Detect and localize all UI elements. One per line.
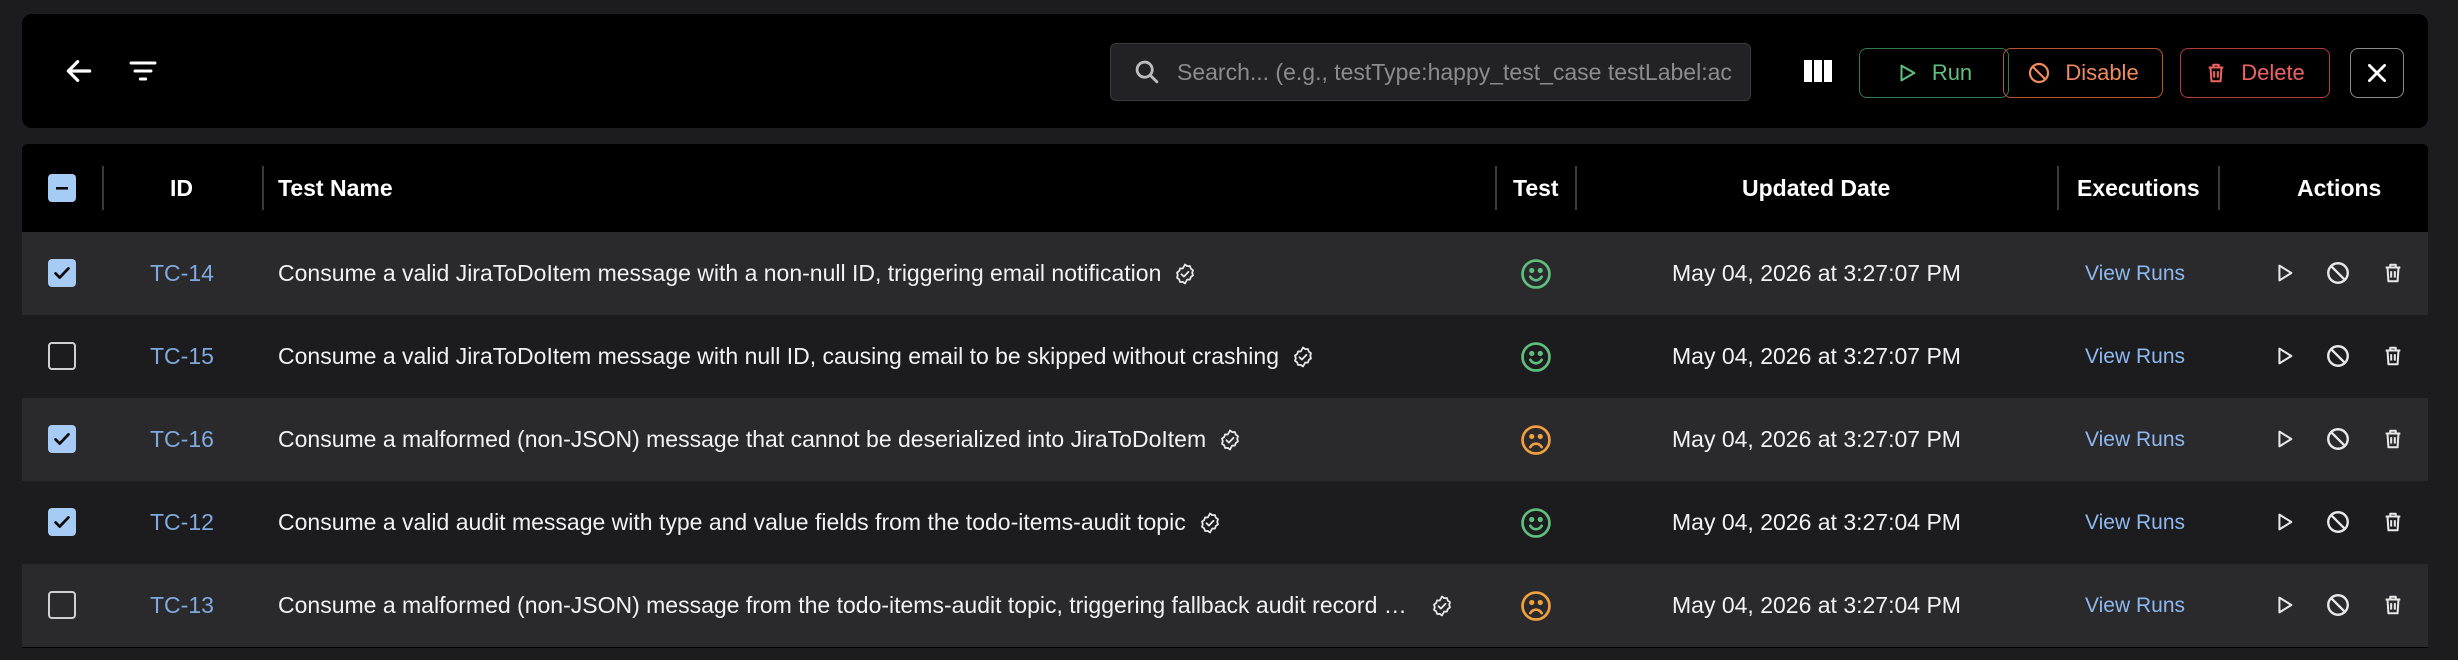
happy-face-icon	[1519, 257, 1553, 291]
search-icon	[1133, 58, 1161, 86]
test-name: Consume a valid audit message with type …	[278, 509, 1186, 535]
disable-button-label: Disable	[2065, 60, 2139, 85]
test-name: Consume a valid JiraToDoItem message wit…	[278, 260, 1162, 286]
delete-test-icon[interactable]	[2376, 588, 2410, 622]
delete-button-label: Delete	[2241, 60, 2305, 85]
run-button[interactable]: Run	[1859, 48, 2009, 98]
delete-test-icon[interactable]	[2376, 339, 2410, 373]
search-box[interactable]	[1110, 43, 1751, 101]
view-runs-link[interactable]: View Runs	[2085, 345, 2185, 369]
delete-button[interactable]: Delete	[2180, 48, 2330, 98]
updated-date: May 04, 2026 at 3:27:07 PM	[1672, 260, 1961, 286]
updated-date: May 04, 2026 at 3:27:07 PM	[1672, 343, 1961, 369]
sad-face-icon	[1519, 589, 1553, 623]
verified-badge-icon	[1173, 262, 1197, 286]
toolbar: Run Disable Delete	[22, 14, 2428, 128]
view-runs-link[interactable]: View Runs	[2085, 594, 2185, 618]
trash-icon	[2205, 61, 2227, 85]
run-test-icon[interactable]	[2267, 339, 2301, 373]
back-arrow-icon[interactable]	[59, 51, 99, 91]
header-id[interactable]: ID	[170, 144, 193, 232]
updated-date: May 04, 2026 at 3:27:04 PM	[1672, 592, 1961, 618]
run-test-icon[interactable]	[2267, 588, 2301, 622]
run-test-icon[interactable]	[2267, 422, 2301, 456]
test-id-link[interactable]: TC-14	[150, 260, 214, 287]
check-icon	[51, 428, 73, 450]
disable-test-icon[interactable]	[2321, 256, 2355, 290]
header-test[interactable]: Test	[1513, 144, 1559, 232]
select-all-checkbox[interactable]	[48, 174, 76, 202]
sad-face-icon	[1519, 423, 1553, 457]
columns-icon[interactable]	[1798, 51, 1838, 91]
header-updated-date[interactable]: Updated Date	[1742, 144, 1890, 232]
delete-test-icon[interactable]	[2376, 505, 2410, 539]
table-row[interactable]: TC-12 Consume a valid audit message with …	[22, 481, 2428, 564]
check-icon	[51, 262, 73, 284]
disable-test-icon[interactable]	[2321, 505, 2355, 539]
header-test-name[interactable]: Test Name	[278, 144, 393, 232]
column-separator[interactable]	[1495, 166, 1497, 210]
run-test-icon[interactable]	[2267, 505, 2301, 539]
table-row[interactable]: TC-13 Consume a malformed (non-JSON) mess…	[22, 564, 2428, 647]
view-runs-link[interactable]: View Runs	[2085, 262, 2185, 286]
test-name: Consume a malformed (non-JSON) message t…	[278, 426, 1207, 452]
delete-test-icon[interactable]	[2376, 256, 2410, 290]
view-runs-link[interactable]: View Runs	[2085, 511, 2185, 535]
run-button-label: Run	[1931, 60, 1973, 85]
row-checkbox[interactable]	[48, 591, 76, 619]
header-actions: Actions	[2297, 174, 2382, 201]
column-separator[interactable]	[262, 166, 264, 210]
test-name: Consume a valid JiraToDoItem message wit…	[278, 343, 1279, 369]
row-checkbox[interactable]	[48, 425, 76, 453]
search-input[interactable]	[1177, 58, 1750, 86]
test-id-link[interactable]: TC-12	[150, 509, 214, 536]
verified-badge-icon	[1218, 428, 1242, 452]
verified-badge-icon	[1430, 594, 1454, 618]
block-icon	[2027, 61, 2051, 85]
verified-badge-icon	[1198, 511, 1222, 535]
test-id-link[interactable]: TC-15	[150, 343, 214, 370]
column-separator[interactable]	[2057, 166, 2059, 210]
disable-test-icon[interactable]	[2321, 588, 2355, 622]
close-icon	[2364, 60, 2390, 86]
row-checkbox[interactable]	[48, 508, 76, 536]
table-row[interactable]: TC-16 Consume a malformed (non-JSON) mess…	[22, 398, 2428, 481]
filter-icon[interactable]	[123, 51, 163, 91]
table-row[interactable]: TC-15 Consume a valid JiraToDoItem messag…	[22, 315, 2428, 398]
header-executions[interactable]: Executions	[2077, 144, 2200, 232]
play-icon	[1896, 62, 1918, 84]
row-checkbox[interactable]	[48, 259, 76, 287]
test-id-link[interactable]: TC-13	[150, 592, 214, 619]
updated-date: May 04, 2026 at 3:27:04 PM	[1672, 509, 1961, 535]
column-separator[interactable]	[1575, 166, 1577, 210]
delete-test-icon[interactable]	[2376, 422, 2410, 456]
row-checkbox[interactable]	[48, 342, 76, 370]
run-test-icon[interactable]	[2267, 256, 2301, 290]
happy-face-icon	[1519, 340, 1553, 374]
check-icon	[51, 511, 73, 533]
column-separator[interactable]	[102, 166, 104, 210]
column-separator[interactable]	[2218, 166, 2220, 210]
verified-badge-icon	[1291, 345, 1315, 369]
updated-date: May 04, 2026 at 3:27:07 PM	[1672, 426, 1961, 452]
close-button[interactable]	[2350, 48, 2404, 98]
disable-button[interactable]: Disable	[2003, 48, 2163, 98]
test-name: Consume a malformed (non-JSON) message f…	[278, 592, 1418, 618]
happy-face-icon	[1519, 506, 1553, 540]
table-header: ID Test Name Test Updated Date Execution…	[22, 144, 2428, 232]
test-cases-table: ID Test Name Test Updated Date Execution…	[22, 144, 2428, 648]
table-row[interactable]: TC-14 Consume a valid JiraToDoItem messag…	[22, 232, 2428, 315]
disable-test-icon[interactable]	[2321, 339, 2355, 373]
view-runs-link[interactable]: View Runs	[2085, 428, 2185, 452]
test-id-link[interactable]: TC-16	[150, 426, 214, 453]
disable-test-icon[interactable]	[2321, 422, 2355, 456]
